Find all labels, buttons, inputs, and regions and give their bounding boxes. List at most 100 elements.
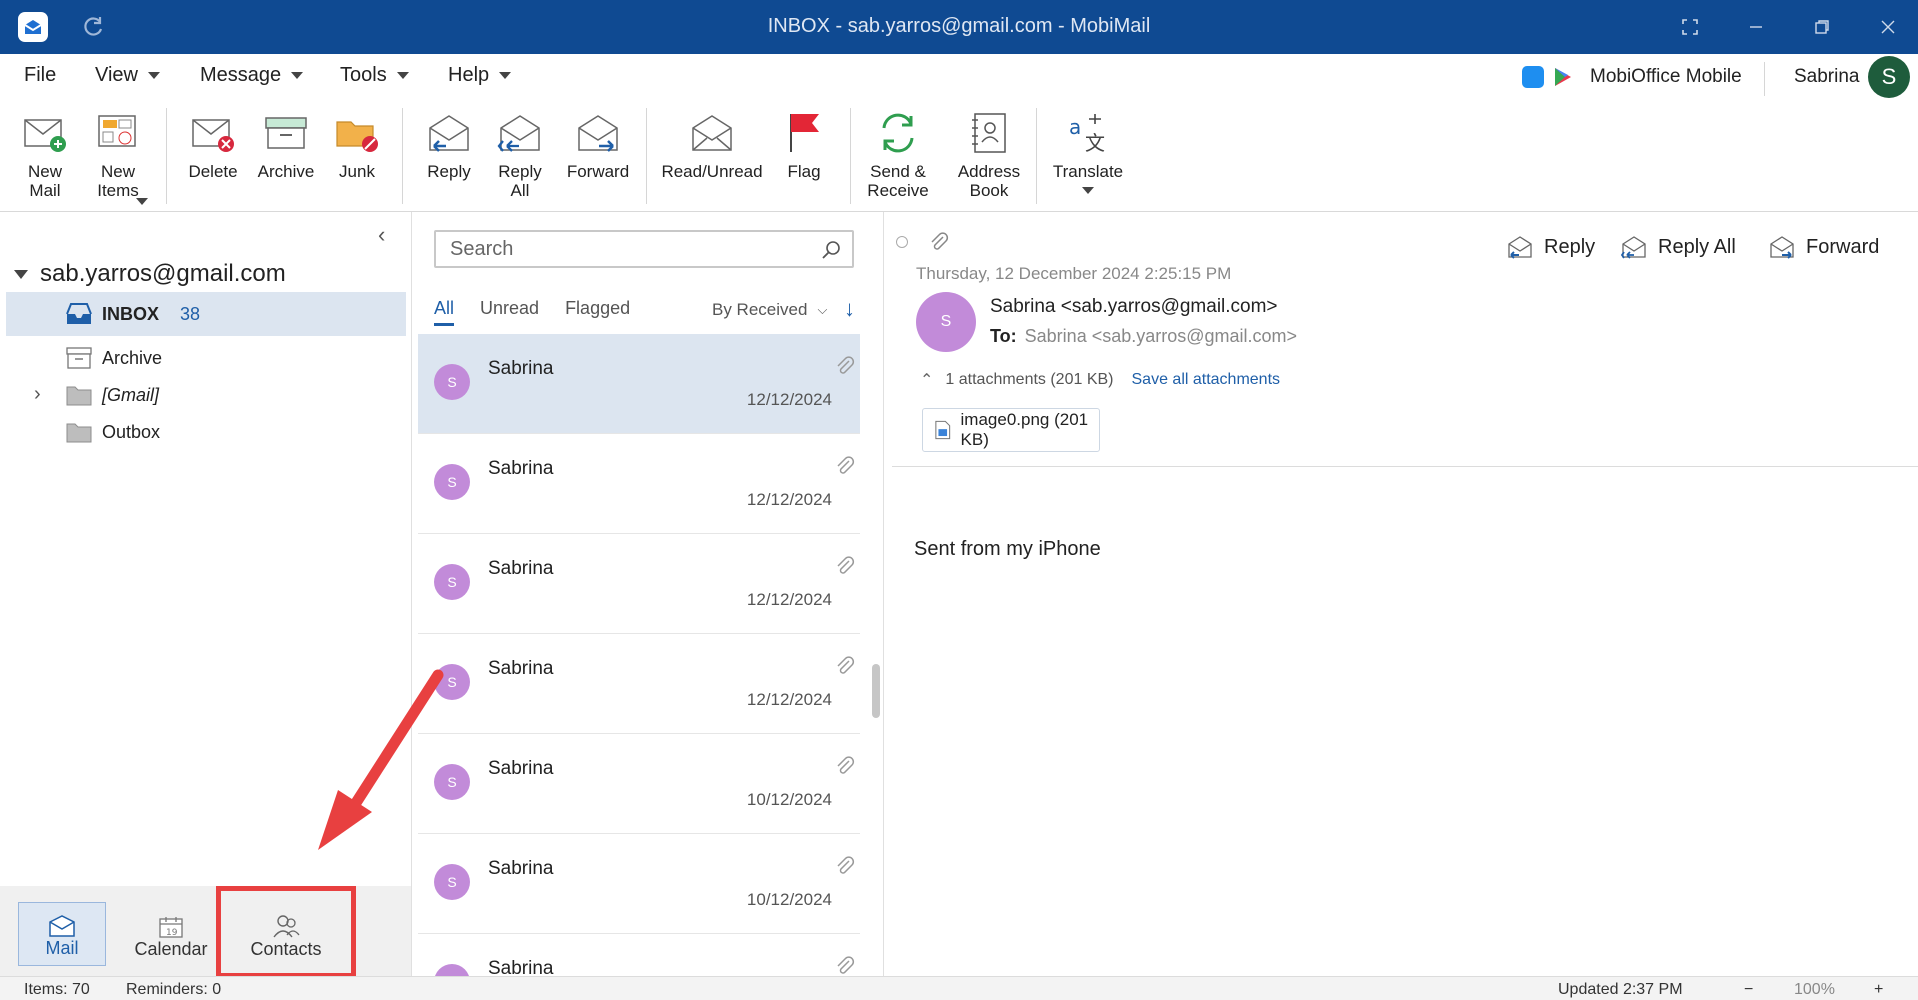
junk-label: Junk xyxy=(339,162,375,181)
expand-down-icon xyxy=(14,269,28,279)
reply-all-button[interactable]: Reply All xyxy=(496,110,544,200)
message-filter-tabs: All Unread Flagged xyxy=(434,298,630,326)
message-list-scrollbar[interactable] xyxy=(872,664,880,718)
paperclip-icon xyxy=(837,756,855,774)
filter-all-tab[interactable]: All xyxy=(434,298,455,326)
user-avatar[interactable]: S xyxy=(1868,56,1910,98)
menu-help[interactable]: Help xyxy=(448,64,512,87)
message-date: Thursday, 12 December 2024 2:25:15 PM xyxy=(916,264,1232,283)
paperclip-icon xyxy=(837,356,855,374)
account-email: sab.yarros@gmail.com xyxy=(40,260,286,287)
junk-button[interactable]: Junk xyxy=(336,110,378,181)
inbox-icon xyxy=(66,303,92,324)
menu-message[interactable]: Message xyxy=(200,64,304,87)
menu-file[interactable]: File xyxy=(24,64,56,87)
translate-button[interactable]: a文 Translate xyxy=(1053,110,1123,194)
expand-right-icon[interactable]: › xyxy=(34,383,41,406)
message-from[interactable]: Sabrina <sab.yarros@gmail.com> xyxy=(990,296,1278,318)
zoom-in-button[interactable]: + xyxy=(1874,981,1883,999)
fullscreen-icon[interactable] xyxy=(1660,0,1720,54)
search-input[interactable]: Search xyxy=(434,230,854,268)
reading-reply-all-button[interactable]: Reply All xyxy=(1620,234,1736,260)
paperclip-icon xyxy=(837,656,855,674)
message-row[interactable]: S Sabrina 12/12/2024 xyxy=(418,634,860,734)
sort-direction-arrow-icon[interactable]: ↓ xyxy=(844,296,855,322)
menu-file-label: File xyxy=(24,64,57,86)
folder-outbox[interactable]: Outbox xyxy=(6,410,406,454)
filter-unread-tab[interactable]: Unread xyxy=(480,298,539,326)
message-row[interactable]: S Sabrina 12/12/2024 xyxy=(418,434,860,534)
folder-inbox[interactable]: INBOX 38 xyxy=(6,292,406,336)
attachment-paperclip-icon xyxy=(931,232,949,250)
read-status-dot-icon[interactable] xyxy=(896,236,908,248)
ribbon-toolbar: New Mail New Items Delete Archive Junk R… xyxy=(0,102,1918,212)
restore-icon[interactable] xyxy=(1792,0,1852,54)
window-title: INBOX - sab.yarros@gmail.com - MobiMail xyxy=(767,15,1151,37)
attachment-file[interactable]: image0.png (201 KB) xyxy=(922,408,1100,452)
reading-reply-label: Reply xyxy=(1544,235,1596,258)
message-date: 12/12/2024 xyxy=(746,590,832,609)
menu-tools[interactable]: Tools xyxy=(340,64,409,87)
mobioffice-mobile-link[interactable]: MobiOffice Mobile xyxy=(1522,66,1742,88)
read-unread-button[interactable]: Read/Unread xyxy=(661,110,763,181)
save-all-attachments-link[interactable]: Save all attachments xyxy=(1132,371,1281,389)
send-receive-button[interactable]: Send & Receive xyxy=(867,110,929,200)
delete-button[interactable]: Delete xyxy=(188,110,238,181)
ribbon-separator xyxy=(850,108,851,204)
google-play-icon xyxy=(1555,68,1571,86)
filter-flagged-tab[interactable]: Flagged xyxy=(565,298,630,326)
to-value[interactable]: Sabrina <sab.yarros@gmail.com> xyxy=(1025,326,1297,346)
search-icon[interactable] xyxy=(820,239,842,261)
archive-label: Archive xyxy=(257,162,315,181)
forward-label: Forward xyxy=(566,162,630,181)
app-store-icon xyxy=(1522,66,1544,88)
account-node[interactable]: sab.yarros@gmail.com xyxy=(14,260,286,288)
reply-button[interactable]: Reply xyxy=(426,110,472,181)
chevron-down-icon xyxy=(148,72,160,79)
minimize-icon[interactable] xyxy=(1726,0,1786,54)
paperclip-icon xyxy=(837,556,855,574)
reading-reply-all-label: Reply All xyxy=(1658,235,1736,258)
message-avatar: S xyxy=(434,764,470,800)
nav-calendar-button[interactable]: 19 Calendar xyxy=(128,902,214,966)
sort-dropdown[interactable]: By Received ⌵ ↓ xyxy=(712,296,855,321)
reading-reply-button[interactable]: Reply xyxy=(1506,234,1595,260)
message-row[interactable]: S Sabrina 10/12/2024 xyxy=(418,734,860,834)
calendar-icon: 19 xyxy=(159,917,183,938)
chevron-down-icon xyxy=(396,72,409,79)
reading-forward-button[interactable]: Forward xyxy=(1768,234,1879,260)
message-row[interactable]: S Sabrina 10/12/2024 xyxy=(418,834,860,934)
delete-icon xyxy=(192,119,234,152)
zoom-out-button[interactable]: − xyxy=(1744,981,1753,999)
folder-inbox-name: INBOX xyxy=(102,304,160,324)
zoom-level: 100% xyxy=(1794,981,1835,998)
message-sender: Sabrina xyxy=(488,458,554,479)
collapse-pane-icon[interactable]: ‹ xyxy=(378,222,385,248)
new-mail-button[interactable]: New Mail xyxy=(24,110,66,200)
message-sender: Sabrina xyxy=(488,658,554,679)
translate-icon: a文 xyxy=(1069,114,1105,155)
nav-mail-button[interactable]: Mail xyxy=(18,902,106,966)
title-bar: INBOX - sab.yarros@gmail.com - MobiMail xyxy=(0,0,1918,54)
message-date: 12/12/2024 xyxy=(746,490,832,509)
archive-button[interactable]: Archive xyxy=(258,110,314,181)
status-items-count: Items: 70 xyxy=(24,981,90,998)
message-sender: Sabrina xyxy=(488,558,554,579)
archive-folder-icon xyxy=(66,347,92,369)
message-row[interactable]: S Sabrina xyxy=(418,934,860,976)
chevron-up-icon[interactable]: ⌃ xyxy=(920,370,933,390)
archive-icon xyxy=(265,117,307,149)
new-items-button[interactable]: New Items xyxy=(92,110,148,205)
flag-button[interactable]: Flag xyxy=(786,110,822,181)
forward-button[interactable]: Forward xyxy=(566,110,630,181)
status-updated: Updated 2:37 PM xyxy=(1558,981,1683,998)
user-name[interactable]: Sabrina xyxy=(1794,66,1860,88)
message-row[interactable]: S Sabrina 12/12/2024 xyxy=(418,334,860,434)
send-receive-label: Send & Receive xyxy=(867,162,929,200)
message-row[interactable]: S Sabrina 12/12/2024 xyxy=(418,534,860,634)
menu-view[interactable]: View xyxy=(95,64,160,87)
message-date: 10/12/2024 xyxy=(746,790,832,809)
address-book-button[interactable]: Address Book xyxy=(956,110,1022,200)
close-icon[interactable] xyxy=(1858,0,1918,54)
nav-mail-label: Mail xyxy=(45,938,79,958)
